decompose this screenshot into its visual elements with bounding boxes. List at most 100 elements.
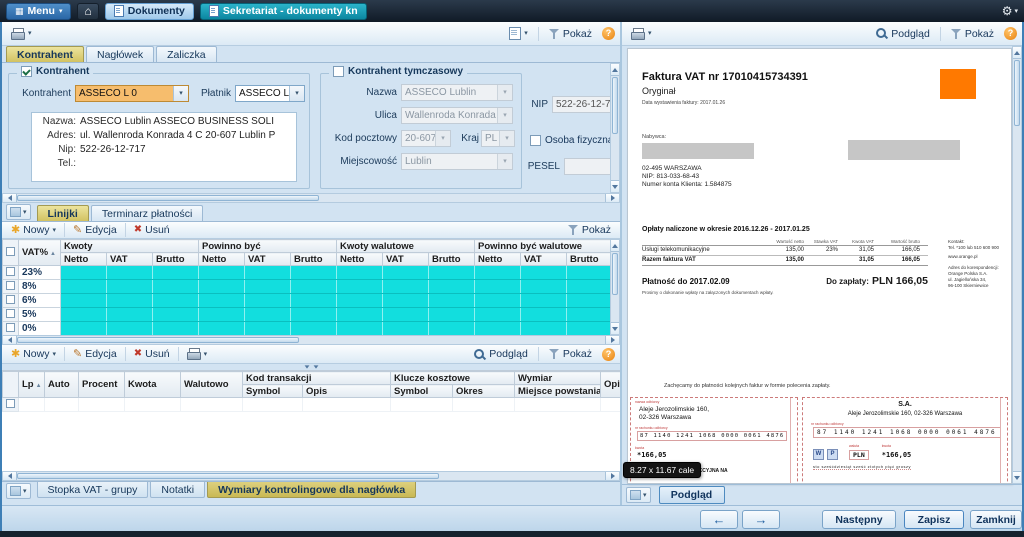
grid-cell[interactable]	[336, 265, 384, 280]
col-brutto-header[interactable]: Brutto	[566, 252, 614, 266]
col-vat-header[interactable]: VAT% ▲	[18, 239, 61, 266]
col-opis-header[interactable]: Opis	[600, 371, 620, 398]
grid-cell[interactable]	[290, 293, 338, 308]
nastepny-button[interactable]: Następny	[822, 510, 896, 529]
group-klucze-kosztowe-header[interactable]: Klucze kosztowe	[390, 371, 515, 385]
scrollbar-thumb[interactable]	[17, 337, 299, 343]
edycja-button[interactable]: ✎ Edycja	[69, 223, 121, 237]
grid-cell[interactable]	[566, 307, 614, 322]
grid-options-button[interactable]: ▾	[6, 483, 31, 499]
col-procent-header[interactable]: Procent	[78, 371, 125, 398]
scroll-up-button[interactable]	[611, 64, 619, 76]
grid-cell[interactable]	[290, 265, 338, 280]
grid-cell[interactable]	[244, 293, 292, 308]
grid-cell[interactable]	[60, 307, 107, 322]
grid-cell[interactable]	[474, 279, 522, 294]
grid-cell[interactable]	[428, 321, 476, 335]
menu-button[interactable]: ▦ Menu ▾	[6, 2, 72, 20]
row-checkbox[interactable]	[6, 266, 15, 276]
grid-cell[interactable]	[106, 293, 153, 308]
grid-cell[interactable]	[198, 265, 246, 280]
grid-cell[interactable]	[520, 279, 568, 294]
row-checkbox[interactable]	[6, 398, 15, 408]
col-vat-sub-header[interactable]: VAT	[520, 252, 568, 266]
grid-cell[interactable]	[382, 307, 430, 322]
edycja-button[interactable]: ✎ Edycja	[69, 347, 121, 361]
col-auto-header[interactable]: Auto	[44, 371, 79, 398]
grid-cell[interactable]	[566, 321, 614, 335]
grid-cell[interactable]	[566, 293, 614, 308]
vat-row[interactable]: 0%	[2, 321, 614, 335]
grid-cell[interactable]	[244, 307, 292, 322]
grid-cell[interactable]	[198, 293, 246, 308]
grid-cell[interactable]	[244, 265, 292, 280]
grid-cell[interactable]	[106, 307, 153, 322]
scroll-left-button[interactable]	[3, 472, 17, 480]
grid-cell[interactable]	[474, 293, 522, 308]
podglad-toggle-button[interactable]: Podgląd	[658, 486, 725, 504]
usun-button[interactable]: ✖ Usuń	[130, 223, 174, 237]
ulica-input[interactable]: Wallenroda Konrada ▾	[401, 107, 513, 124]
col-netto-header[interactable]: Netto	[60, 252, 107, 266]
col-brutto-header[interactable]: Brutto	[151, 252, 200, 266]
scroll-up-button[interactable]	[1013, 47, 1021, 59]
chevron-down-icon[interactable]: ▾	[289, 86, 304, 101]
grid-cell[interactable]	[336, 279, 384, 294]
home-button[interactable]: ⌂	[77, 2, 99, 20]
select-all-header[interactable]	[2, 239, 19, 266]
scroll-left-button[interactable]	[3, 336, 17, 344]
pokaz-filter-button[interactable]: Pokaż	[947, 27, 998, 41]
podglad-button[interactable]: Podgląd	[871, 26, 934, 41]
col-netto-header[interactable]: Netto	[336, 252, 384, 266]
grid-cell[interactable]	[428, 279, 476, 294]
tab-naglowek[interactable]: Nagłówek	[86, 46, 155, 62]
grid-cell[interactable]	[151, 265, 200, 280]
grid-options-button[interactable]: ▾	[6, 204, 31, 220]
grid-cell[interactable]	[474, 307, 522, 322]
grid-cell[interactable]	[198, 321, 246, 335]
grid-cell[interactable]	[336, 307, 384, 322]
select-all-header[interactable]	[2, 371, 19, 398]
kod-input[interactable]: 20-607 ▾	[401, 130, 451, 147]
scroll-down-button[interactable]	[1013, 471, 1021, 483]
row-checkbox[interactable]	[6, 280, 15, 290]
nazwa-input[interactable]: ASSECO Lublin ▾	[401, 84, 513, 101]
grid-cell[interactable]	[382, 293, 430, 308]
group-kwoty-header[interactable]: Kwoty	[59, 239, 200, 253]
grid-cell[interactable]	[290, 279, 338, 294]
grid-cell[interactable]	[382, 321, 430, 335]
vat-row[interactable]: 5%	[2, 307, 614, 322]
nowy-button[interactable]: ✱ Nowy ▾	[7, 347, 60, 361]
kontrahent-combo[interactable]: ASSECO L 0 ▾	[75, 85, 189, 102]
col-opis-sub-header[interactable]: Opis	[302, 384, 391, 398]
stopka-row[interactable]	[2, 397, 620, 412]
grid-cell[interactable]	[151, 307, 200, 322]
pokaz-filter-button[interactable]: Pokaż	[545, 27, 596, 41]
grid-cell[interactable]	[60, 321, 107, 335]
col-netto-header[interactable]: Netto	[198, 252, 246, 266]
grid-cell[interactable]	[244, 321, 292, 335]
row-checkbox[interactable]	[6, 308, 15, 318]
print-button[interactable]: ▾	[627, 27, 656, 41]
help-button[interactable]: ?	[602, 27, 615, 40]
scroll-right-button[interactable]	[605, 336, 619, 344]
zapisz-button[interactable]: Zapisz	[904, 510, 964, 529]
next-record-button[interactable]: →	[742, 510, 780, 529]
col-netto-header[interactable]: Netto	[474, 252, 522, 266]
podglad-button[interactable]: Podgląd	[469, 347, 532, 362]
grid-cell[interactable]	[198, 307, 246, 322]
col-kwota-header[interactable]: Kwota	[124, 371, 181, 398]
scrollbar-thumb[interactable]	[612, 253, 618, 295]
kraj-input[interactable]: PL ▾	[481, 130, 515, 147]
group-powinno-walutowe-header[interactable]: Powinno być walutowe	[474, 239, 614, 253]
vat-row[interactable]: 23%	[2, 265, 614, 280]
grid-cell[interactable]	[428, 307, 476, 322]
grid-cell[interactable]	[520, 293, 568, 308]
field-chooser-button[interactable]: ▾	[505, 26, 532, 41]
grid-cell[interactable]	[336, 293, 384, 308]
tab-wymiary-kontrolingowe[interactable]: Wymiary kontrolingowe dla nagłówka	[207, 482, 417, 498]
scrollbar-thumb[interactable]	[612, 77, 618, 134]
col-vat-sub-header[interactable]: VAT	[106, 252, 153, 266]
stopka-horizontal-scrollbar[interactable]	[2, 471, 620, 481]
col-lp-header[interactable]: Lp ▲	[18, 371, 45, 398]
